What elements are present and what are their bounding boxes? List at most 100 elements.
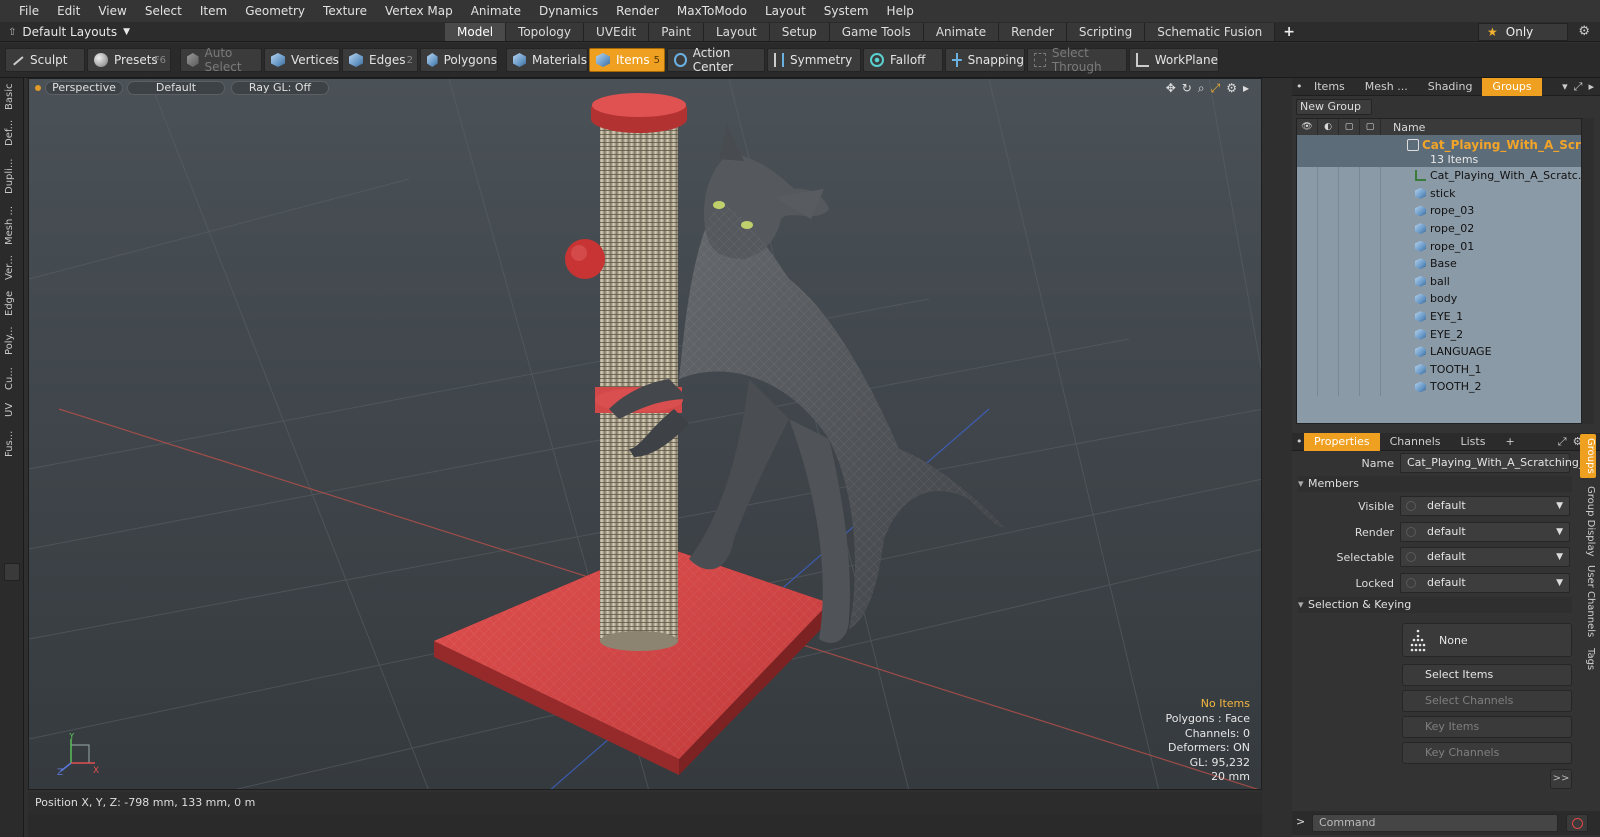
select-icon[interactable]: ▢	[1360, 119, 1381, 135]
only-toggle[interactable]: ★ Only	[1478, 23, 1568, 41]
eye-icon[interactable]: 👁	[1297, 119, 1318, 135]
tab-shading[interactable]: Shading	[1418, 78, 1483, 96]
shading-button[interactable]: Default	[127, 81, 225, 95]
add-tab-icon[interactable]: +	[1275, 23, 1303, 41]
menu-geometry[interactable]: Geometry	[236, 0, 314, 22]
perspective-button[interactable]: Perspective	[45, 81, 123, 95]
list-item[interactable]: LANGUAGE	[1297, 343, 1581, 361]
menu-help[interactable]: Help	[878, 0, 923, 22]
auto-select-button[interactable]: Auto Select	[180, 46, 262, 74]
items-button[interactable]: Items 5	[589, 48, 665, 72]
tab-model[interactable]: Model	[445, 23, 507, 41]
strip-tab-uv[interactable]: UV	[4, 398, 20, 422]
side-tab-groups[interactable]: Groups	[1580, 434, 1596, 478]
menu-edit[interactable]: Edit	[48, 0, 89, 22]
list-item[interactable]: rope_03	[1297, 202, 1581, 220]
selection-set-box[interactable]: None	[1402, 623, 1572, 657]
tab-paint[interactable]: Paint	[649, 23, 704, 41]
list-item[interactable]: EYE_2	[1297, 325, 1581, 343]
vertices-button[interactable]: Vertices 1	[264, 48, 340, 72]
tab-lists[interactable]: Lists	[1451, 433, 1496, 451]
tab-items[interactable]: Items	[1304, 78, 1355, 96]
menu-layout[interactable]: Layout	[756, 0, 815, 22]
tab-groups[interactable]: Groups	[1482, 77, 1542, 96]
lock-icon[interactable]: ▢	[1339, 119, 1360, 135]
side-tab-user-channels[interactable]: User Channels	[1580, 564, 1596, 638]
tab-scripting[interactable]: Scripting	[1066, 23, 1146, 41]
menu-texture[interactable]: Texture	[314, 0, 376, 22]
more-button[interactable]: >>	[1550, 769, 1572, 789]
tab-animate[interactable]: Animate	[923, 23, 1000, 41]
viewport-expand-icon[interactable]: ▸	[1243, 81, 1249, 96]
menu-animate[interactable]: Animate	[462, 0, 530, 22]
panel-menu-icon[interactable]: ▾	[1562, 80, 1568, 94]
menu-select[interactable]: Select	[136, 0, 191, 22]
list-item[interactable]: body	[1297, 290, 1581, 308]
tab-layout[interactable]: Layout	[703, 23, 770, 41]
tab-render[interactable]: Render	[999, 23, 1067, 41]
key-channels-button[interactable]: Key Channels	[1402, 742, 1572, 764]
zoom-view-icon[interactable]: ⌕	[1198, 81, 1205, 96]
select-items-button[interactable]: Select Items	[1402, 664, 1572, 686]
panel-dot-icon[interactable]: •	[1296, 433, 1304, 451]
tab-mesh[interactable]: Mesh ...	[1355, 78, 1418, 96]
strip-expand-button[interactable]	[4, 563, 20, 581]
strip-tab-vertex[interactable]: Ver...	[4, 252, 20, 284]
menu-file[interactable]: File	[10, 0, 48, 22]
strip-tab-edge[interactable]: Edge	[4, 288, 20, 318]
list-item[interactable]: TOOTH_2	[1297, 378, 1581, 396]
sculpt-button[interactable]: Sculpt	[5, 48, 85, 72]
locked-dropdown[interactable]: default ▼	[1400, 573, 1570, 593]
command-input[interactable]: Command	[1312, 814, 1558, 832]
tab-schematic-fusion[interactable]: Schematic Fusion	[1145, 23, 1276, 41]
side-tab-group-display[interactable]: Group Display	[1580, 484, 1596, 558]
fit-view-icon[interactable]: ⤢	[1211, 81, 1221, 96]
list-item[interactable]: EYE_1	[1297, 307, 1581, 326]
falloff-button[interactable]: Falloff	[863, 48, 943, 72]
presets-button[interactable]: Presets F6	[87, 48, 171, 72]
symmetry-button[interactable]: Symmetry	[767, 48, 861, 72]
menu-maxtomodo[interactable]: MaxToModo	[668, 0, 756, 22]
panel-expand-icon[interactable]: ▸	[1588, 80, 1594, 94]
strip-tab-fusion[interactable]: Fus...	[4, 426, 20, 462]
selection-keying-section[interactable]: Selection & Keying	[1298, 597, 1572, 613]
materials-button[interactable]: Materials	[506, 48, 588, 72]
raygl-button[interactable]: Ray GL: Off	[231, 81, 329, 95]
3d-viewport[interactable]: Perspective Default Ray GL: Off ✥ ↻ ⌕ ⤢ …	[28, 78, 1262, 790]
panel-dot-icon[interactable]: •	[1296, 78, 1304, 96]
tab-uvedit[interactable]: UVEdit	[584, 23, 650, 41]
strip-tab-curve[interactable]: Cu...	[4, 364, 20, 394]
strip-tab-polygon[interactable]: Poly...	[4, 322, 20, 360]
select-channels-button[interactable]: Select Channels	[1402, 690, 1572, 712]
command-stop-button[interactable]	[1566, 814, 1588, 832]
render-dropdown[interactable]: default ▼	[1400, 522, 1570, 542]
layouts-dropdown[interactable]: ⇧ Default Layouts ▼	[8, 24, 130, 40]
add-panel-tab-icon[interactable]: +	[1495, 433, 1524, 451]
polygons-button[interactable]: Polygons	[420, 48, 498, 72]
name-field[interactable]: Cat_Playing_With_A_Scratching_	[1400, 453, 1584, 473]
selectable-dropdown[interactable]: default ▼	[1400, 547, 1570, 567]
strip-tab-basic[interactable]: Basic	[4, 82, 20, 112]
tab-topology[interactable]: Topology	[506, 23, 585, 41]
rotate-view-icon[interactable]: ↻	[1182, 81, 1192, 96]
strip-tab-duplicate[interactable]: Dupli...	[4, 154, 20, 198]
render-icon[interactable]: ◐	[1318, 119, 1339, 135]
tab-game-tools[interactable]: Game Tools	[829, 23, 924, 41]
viewport-menu-dot-icon[interactable]	[35, 85, 41, 91]
edges-button[interactable]: Edges 2	[342, 48, 418, 72]
list-item[interactable]: TOOTH_1	[1297, 360, 1581, 379]
side-tab-tags[interactable]: Tags	[1580, 644, 1596, 674]
list-item[interactable]: rope_01	[1297, 237, 1581, 255]
list-item[interactable]: Cat_Playing_With_A_Scratc...	[1297, 167, 1581, 185]
move-view-icon[interactable]: ✥	[1166, 81, 1176, 96]
menu-render[interactable]: Render	[607, 0, 668, 22]
gear-icon[interactable]: ⚙	[1578, 24, 1590, 39]
tab-setup[interactable]: Setup	[769, 23, 830, 41]
new-group-button[interactable]: New Group	[1296, 99, 1372, 115]
menu-dynamics[interactable]: Dynamics	[530, 0, 607, 22]
group-row[interactable]: Cat_Playing_With_A_Scra... 13 Items	[1297, 135, 1581, 167]
strip-tab-mesh[interactable]: Mesh ...	[4, 202, 20, 248]
list-item[interactable]: stick	[1297, 184, 1581, 203]
action-center-button[interactable]: Action Center	[667, 46, 765, 74]
panel-maximize-icon[interactable]: ⤢	[1558, 435, 1567, 449]
